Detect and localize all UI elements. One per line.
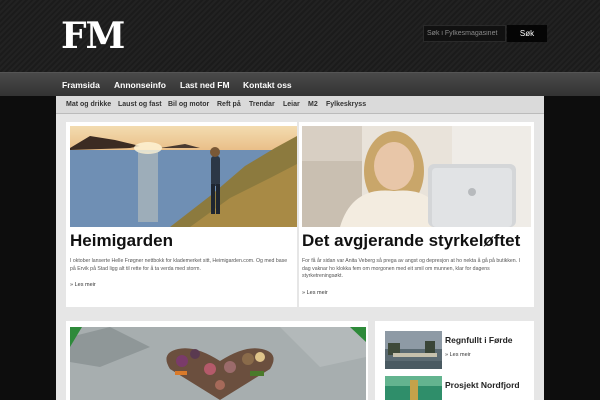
search-button[interactable]: Søk xyxy=(507,25,547,42)
nav-item-kontakt-oss[interactable]: Kontakt oss xyxy=(243,80,292,90)
article-excerpt: For få år sidan var Anita Veberg så preg… xyxy=(302,258,521,279)
site-header: FM Søk xyxy=(0,0,600,72)
featured-article-heimigarden: Heimigarden I oktober lanserte Helle Frø… xyxy=(66,122,297,307)
article-title[interactable]: Det avgjerande styrkeløftet xyxy=(302,231,520,251)
subnav-item-m2[interactable]: M2 xyxy=(308,101,318,108)
sidebar-image-forde[interactable] xyxy=(385,331,442,369)
nav-item-last-ned-fm[interactable]: Last ned FM xyxy=(180,80,230,90)
sidebar-articles: Regnfullt i Førde » Les meir Prosjekt No… xyxy=(375,321,534,400)
featured-article-food xyxy=(66,321,368,400)
subnav-item-mat-og-drikke[interactable]: Mat og drikke xyxy=(66,101,111,108)
article-image-sunset-coast[interactable] xyxy=(70,126,297,227)
article-image-woman-laptop[interactable] xyxy=(302,126,531,227)
subnav-item-trendar[interactable]: Trendar xyxy=(249,101,275,108)
nav-item-framsida[interactable]: Framsida xyxy=(62,80,100,90)
nav-item-annonseinfo[interactable]: Annonseinfo xyxy=(114,80,166,90)
read-more-link[interactable]: » Les meir xyxy=(445,352,471,358)
sidebar-article-title[interactable]: Prosjekt Nordfjord xyxy=(445,380,520,390)
content-area: Heimigarden I oktober lanserte Helle Frø… xyxy=(56,114,544,400)
featured-article-styrkeloftet: Det avgjerande styrkeløftet For få år si… xyxy=(299,122,534,307)
main-navigation: Framsida Annonseinfo Last ned FM Kontakt… xyxy=(0,72,600,96)
article-title[interactable]: Heimigarden xyxy=(70,231,173,251)
read-more-link[interactable]: » Les meir xyxy=(70,282,96,288)
subnav-item-laust-og-fast[interactable]: Laust og fast xyxy=(118,101,162,108)
read-more-link[interactable]: » Les meir xyxy=(302,290,328,296)
sidebar-image-nordfjord[interactable] xyxy=(385,376,442,400)
subnav-item-leiar[interactable]: Leiar xyxy=(283,101,300,108)
article-image-heart-food[interactable] xyxy=(70,327,366,400)
site-logo[interactable]: FM xyxy=(61,18,125,54)
sidebar-article-title[interactable]: Regnfullt i Førde xyxy=(445,335,513,345)
article-excerpt: I oktober lanserte Helle Frøgner nettbok… xyxy=(70,258,288,272)
subnav-item-fylkeskryss[interactable]: Fylkeskryss xyxy=(326,101,366,108)
search-input[interactable] xyxy=(423,25,506,42)
category-navigation: Mat og drikke Laust og fast Bil og motor… xyxy=(56,96,544,114)
subnav-item-bil-og-motor[interactable]: Bil og motor xyxy=(168,101,209,108)
subnav-item-reft-pa[interactable]: Reft på xyxy=(217,101,241,108)
